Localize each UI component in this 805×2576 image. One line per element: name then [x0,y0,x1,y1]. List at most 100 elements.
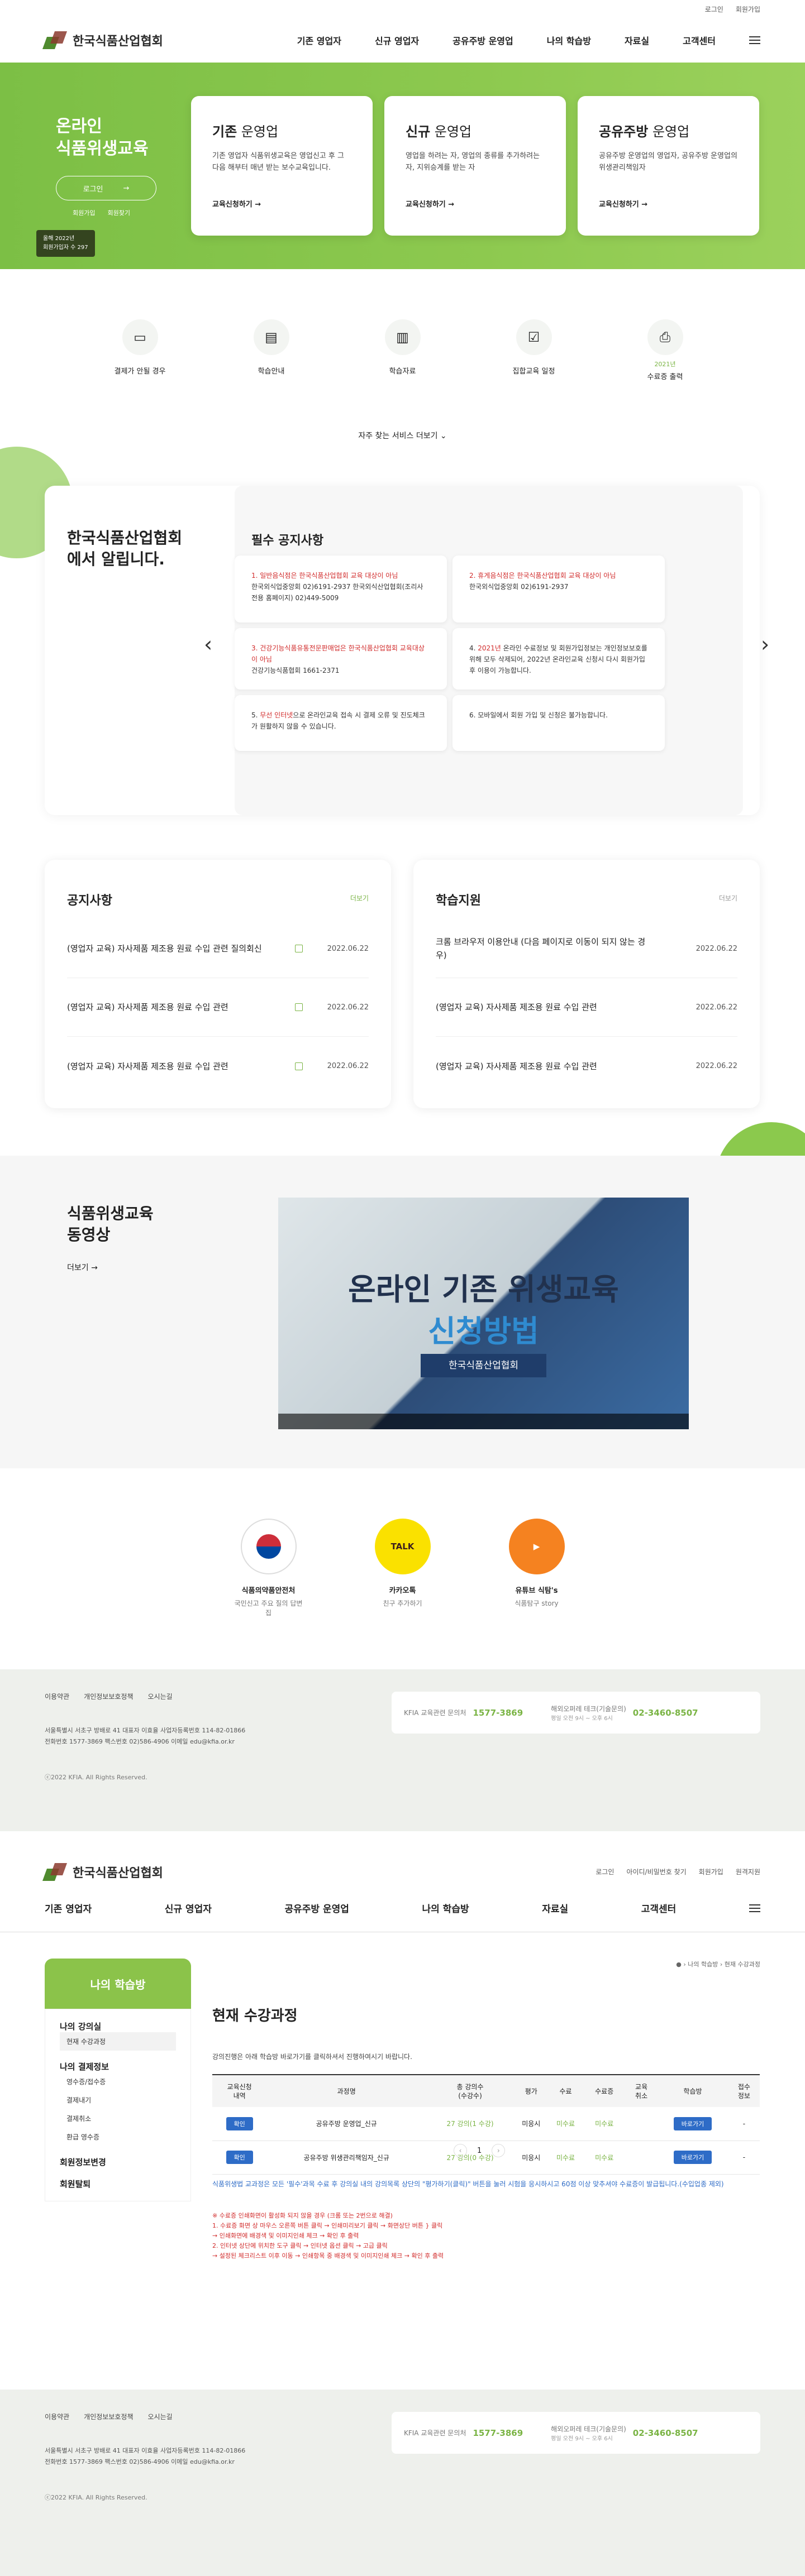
board-row[interactable]: 크롬 브라우저 이용안내 (다음 페이지로 이동이 되지 않는 경우) 2022.… [436,920,737,978]
footer: 이용약관 개인정보보호정책 오시는길 서울특별시 서초구 방배로 41 대표자 … [0,1669,805,1831]
col-header: 교육신청 내역 [212,2074,267,2107]
notice-card[interactable]: 3. 건강기능식품유통전문판매업은 한국식품산업협회 교육대상이 아님 건강기능식… [235,628,447,690]
nav-item-shared-kitchen[interactable]: 공유주방 운영업 [284,1901,349,1915]
nav-item-my-learning[interactable]: 나의 학습방 [547,33,591,47]
login-link[interactable]: 로그인 [596,1867,614,1876]
join-link[interactable]: 회원가입 [699,1867,723,1876]
notice-highlight: 1. 일반음식점은 한국식품산업협회 교육 대상이 아님 [251,572,398,580]
quick-learning-materials[interactable]: ▥ 학습자료 [369,319,436,437]
menu-icon[interactable] [749,1904,760,1912]
chevron-left-icon[interactable]: ‹ [204,634,220,655]
card-apply-link[interactable]: 교육신청하기 → [599,198,647,209]
side-nav-group[interactable]: 나의 결제정보 [60,2061,176,2072]
page-title: 현재 수강과정 [212,2008,298,2024]
card-apply-link[interactable]: 교육신청하기 → [406,198,454,209]
side-nav-item[interactable]: 영수증/접수증 [60,2072,176,2091]
nav-item-support[interactable]: 고객센터 [641,1901,677,1915]
contact-number-2: 02-3460-8507 [632,1707,698,1718]
col-header: 접수 정보 [728,2074,760,2107]
hero-find-link[interactable]: 회원찾기 [107,208,130,217]
hero-join-link[interactable]: 회원가입 [73,208,95,217]
quick-certificate-print[interactable]: ⎙ 2021년 수료증 출력 [632,319,699,437]
side-nav-item-current[interactable]: 현재 수강과정 [60,2032,176,2051]
notice-card[interactable]: 2. 휴게음식점은 한국식품산업협회 교육 대상이 아님 한국외식업중앙회 02)… [452,556,665,623]
card-title-bold: 기존 [212,124,237,140]
footer-privacy-link[interactable]: 개인정보보호정책 [84,1692,133,1701]
notice-card[interactable]: 4. 2021년 온라인 수료정보 및 회원가입정보는 개인정보보호를 위해 모… [452,628,665,690]
prev-page-icon[interactable]: ‹ [454,2144,467,2157]
board-row[interactable]: (영업자 교육) 자사제품 제조용 원료 수입 관련 질의회신 2022.06.2… [67,920,369,978]
footer-privacy-link[interactable]: 개인정보보호정책 [84,2412,133,2421]
card-new[interactable]: 신규 운영업 영업을 하려는 자, 영업의 종류를 추가하려는 자, 지위승계를… [384,96,566,236]
card-existing[interactable]: 기존 운영업 기존 영업자 식품위생교육은 영업신고 후 그 다음 해부터 매년… [191,96,373,236]
logo[interactable]: 한국식품산업협회 [42,1862,163,1881]
card-apply-link[interactable]: 교육신청하기 → [212,198,261,209]
footer-location-link[interactable]: 오시는길 [148,2412,173,2421]
footer-copyright: ⓒ2022 KFIA. All Rights Reserved. [45,2494,147,2501]
side-nav-group[interactable]: 나의 강의실 [60,2020,176,2032]
next-page-icon[interactable]: › [492,2144,506,2157]
board-row[interactable]: (영업자 교육) 자사제품 제조용 원료 수입 관련 2022.06.22 [436,978,737,1037]
quick-label: 수료증 출력 [647,373,683,381]
sns-kfda[interactable]: 식품의약품안전처 국민신고 주요 질의 답변집 [232,1519,305,1617]
nav-item-new[interactable]: 신규 영업자 [165,1901,212,1915]
board-row[interactable]: (영업자 교육) 자사제품 제조용 원료 수입 관련 2022.06.22 [67,978,369,1037]
board-more-link[interactable]: 더보기 [719,893,737,903]
side-nav-group[interactable]: 회원정보변경 [60,2156,176,2168]
nav-item-shared-kitchen[interactable]: 공유주방 운영업 [452,33,513,47]
confirm-button[interactable]: 확인 [226,2117,253,2130]
nav-item-resources[interactable]: 자료실 [542,1901,568,1915]
video-player[interactable]: 온라인 기존 위생교육 신청방법 한국식품산업협회 [278,1198,689,1429]
board-row[interactable]: (영업자 교육) 자사제품 제조용 원료 수입 관련 2022.06.22 [67,1037,369,1095]
nav-item-resources[interactable]: 자료실 [625,33,649,47]
notice-card[interactable]: 5. 무선 인터넷으로 온라인교육 접속 시 결제 오류 및 진도체크가 원활하… [235,695,447,751]
notice-card[interactable]: 6. 모바일에서 회원 가입 및 신청은 불가능합니다. [452,695,665,751]
logo[interactable]: 한국식품산업협회 [42,31,163,49]
receipt-info: - [728,2141,760,2175]
notice-highlight: 2. 휴게음식점은 한국식품산업협회 교육 대상이 아님 [469,572,616,580]
hero-login-button[interactable]: 로그인 → [56,176,156,200]
join-link[interactable]: 회원가입 [736,4,760,14]
footer-location-link[interactable]: 오시는길 [148,1692,173,1701]
quick-group-schedule[interactable]: ☑ 집합교육 일정 [501,319,568,437]
sns-kakao[interactable]: TALK 카카오톡 친구 추가하기 [366,1519,439,1617]
file-icon [295,1062,303,1070]
confirm-button[interactable]: 확인 [226,2151,253,2164]
page-number[interactable]: 1 [477,2147,482,2155]
side-nav-item[interactable]: 결제내기 [60,2091,176,2109]
chevron-right-icon[interactable]: › [761,634,777,655]
nav-item-new[interactable]: 신규 영업자 [375,33,419,47]
more-services-link[interactable]: 자주 찾는 서비스 더보기 ⌄ [0,430,805,441]
side-nav-item[interactable]: 환급 영수증 [60,2128,176,2146]
side-nav-group[interactable]: 회원탈퇴 [60,2178,176,2190]
board-more-link[interactable]: 더보기 [350,893,369,903]
nav-item-existing[interactable]: 기존 영업자 [45,1901,92,1915]
print-help-note: ※ 수료증 인쇄화면이 활성화 되지 않을 경우 (크롬 또는 2번으로 해결)… [212,2212,444,2259]
go-classroom-button[interactable]: 바로가기 [673,2151,712,2164]
sns-sub: 친구 추가하기 [383,1600,422,1607]
quick-label: 학습자료 [389,367,416,376]
remote-support-link[interactable]: 원격지원 [736,1867,760,1876]
nav-item-support[interactable]: 고객센터 [683,33,716,47]
nav-item-my-learning[interactable]: 나의 학습방 [422,1901,469,1915]
find-account-link[interactable]: 아이디/비밀번호 찾기 [626,1867,686,1876]
nav-item-existing[interactable]: 기존 영업자 [297,33,341,47]
go-classroom-button[interactable]: 바로가기 [673,2117,712,2130]
footer-terms-link[interactable]: 이용약관 [45,2412,69,2421]
card-shared-kitchen[interactable]: 공유주방 운영업 공유주방 운영업의 영업자, 공유주방 운영업의 위생관리책임… [578,96,759,236]
login-link[interactable]: 로그인 [705,4,723,14]
menu-icon[interactable] [749,36,760,44]
quick-payment-issue[interactable]: ▭ 결제가 안될 경우 [107,319,174,437]
board-row[interactable]: (영업자 교육) 자사제품 제조용 원료 수입 관련 2022.06.22 [436,1037,737,1095]
video-more-link[interactable]: 더보기 → [67,1262,98,1273]
footer-terms-link[interactable]: 이용약관 [45,1692,69,1701]
notice-num: 6. [469,711,478,719]
sns-youtube[interactable]: ▶ 유튜브 식탐's 식품탐구 story [501,1519,573,1617]
quick-learning-guide[interactable]: ▤ 학습안내 [238,319,305,437]
video-controls[interactable] [278,1414,689,1429]
notice-card[interactable]: 1. 일반음식점은 한국식품산업협회 교육 대상이 아님 한국외식업중앙회 02)… [235,556,447,623]
board-row-date: 2022.06.22 [696,944,737,953]
side-nav-item[interactable]: 결제취소 [60,2109,176,2128]
kakao-talk-icon: TALK [374,1519,431,1574]
course-name: 공유주방 위생관리책임자_신규 [266,2141,427,2175]
